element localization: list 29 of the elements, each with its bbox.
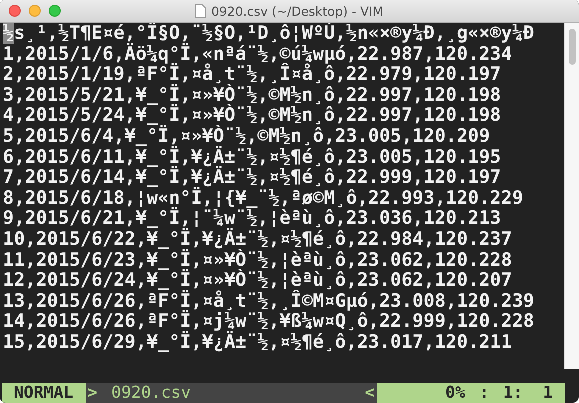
text-line: 7,2015/6/14,¥_°Ï,¥¿Ä±¨½,¤½¶é¸ô,22.999,120.197: [3, 168, 502, 188]
text-line: ½s¸¹,½T¶E¤é,°Ï§O,¨½§O,¹D¸ô¦WºÙ,½n«×®y¼Ð,¸g«×®y¼Ð: [3, 24, 536, 44]
text-line: 2,2015/1/19,ªF°Ï,¤å¸t¨½,¸Î¤å¸ô,22.979,120.197: [3, 65, 502, 86]
text-line: 3,2015/5/21,¥_°Ï,¤»¥Ò¨½,©M½n¸ô,22.997,120.198: [3, 86, 502, 106]
scrollbar[interactable]: [564, 23, 579, 369]
window-title: 0920.csv (~/Desktop) - VIM: [211, 4, 384, 18]
text-line: 8,2015/6/18,¦w«n°Ï,¦{¥_¨½,ªø©M¸ô,22.993,120.229: [3, 188, 524, 209]
close-button[interactable]: [9, 5, 21, 17]
minimize-button[interactable]: [29, 5, 41, 17]
document-icon: [195, 4, 206, 18]
cursor-position: 1: 1: [503, 383, 553, 403]
text-line: 9,2015/6/21,¥_°Ï,¦¨¼w¨½,¦èªù¸ô,23.036,120.213: [3, 209, 502, 230]
separator: <: [364, 383, 376, 403]
percent-text: 0%: [446, 383, 466, 403]
text-line: 14,2015/6/26,ªF°Ï,¤j¼w¨½,¥ß¼w¤Q¸ô,22.999,120.228: [3, 312, 536, 332]
text-line: 15,2015/6/29,¥_°Ï,¥¿Ä±¨½,¤½¶é¸ô,23.017,120.211: [3, 332, 514, 354]
text-line: 6,2015/6/11,¥_°Ï,¥¿Ä±¨½,¤½¶é¸ô,23.005,120.195: [3, 148, 502, 168]
separator: >: [86, 383, 99, 403]
text-line: 11,2015/6/23,¥_°Ï,¤»¥Ò¨½,¦èªù¸ô,23.062,120.228: [3, 250, 514, 271]
text-line: 5,2015/6/4,¥_°Ï,¤»¥Ò¨½,©M½n¸ô,23.005,120.209: [3, 126, 490, 147]
text-line: 10,2015/6/22,¥_°Ï,¥¿Ä±¨½,¤½¶é¸ô,22.984,120.237: [3, 230, 514, 250]
file-name: 0920.csv: [110, 383, 192, 403]
text-line: 13,2015/6/26,ªF°Ï,¤å¸t¨½,¸Î©M¤Gµó,23.008,120.239: [3, 292, 536, 312]
mode-indicator: NORMAL: [2, 383, 86, 403]
divider-text: :: [479, 383, 490, 403]
text-line: 1,2015/1/6,Äö¼q°Ï,«nªá¨½,©ú¼wµó,22.987,120.234: [3, 44, 514, 65]
zoom-button[interactable]: [49, 5, 61, 17]
text-line: 12,2015/6/24,¥_°Ï,¤»¥Ò¨½,¦èªù¸ô,23.062,120.207: [3, 271, 512, 292]
text-line: 4,2015/5/24,¥_°Ï,¤»¥Ò¨½,©M½n¸ô,22.997,120.198: [3, 106, 502, 126]
